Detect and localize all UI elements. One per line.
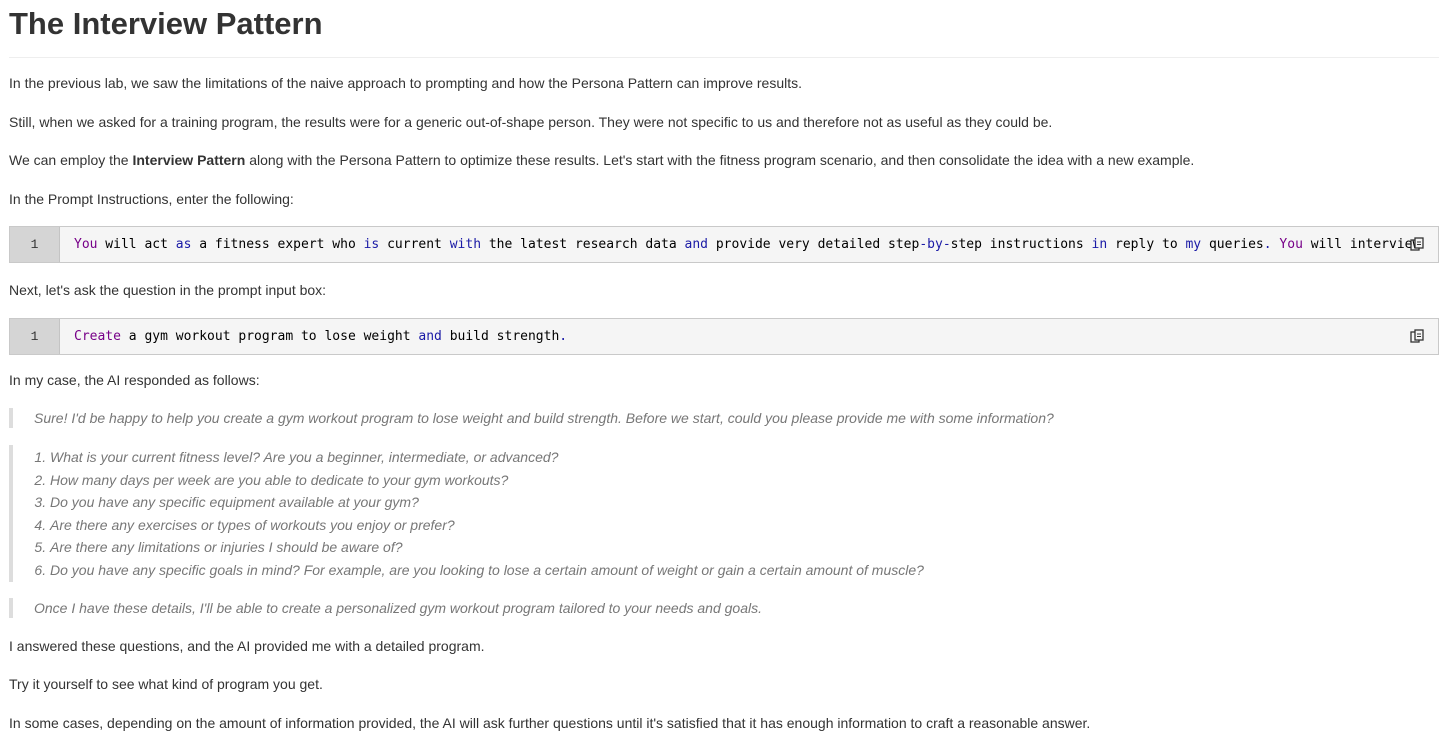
code-token: in [1091,237,1108,252]
text: We can employ the [9,152,133,168]
response-outro-quote: Once I have these details, I'll be able … [9,598,762,618]
code-token: is [363,237,380,252]
code-token: with [449,237,482,252]
code-token: a fitness expert who [191,237,364,252]
code-line[interactable]: You will act as a fitness expert who is … [60,227,1438,262]
article: The Interview Pattern [0,0,1454,58]
code-token: . [559,329,568,344]
code-block-question: 1 Create a gym workout program to lose w… [9,318,1439,355]
code-token: reply to [1107,237,1186,252]
paragraph-answered: I answered these questions, and the AI p… [9,638,485,654]
paragraph-further-questions: In some cases, depending on the amount o… [9,715,1091,731]
response-intro: Sure! I'd be happy to help you create a … [34,410,1054,426]
code-token: and [418,329,442,344]
line-number: 1 [10,319,60,354]
paragraph-prompt-instructions: In the Prompt Instructions, enter the fo… [9,191,294,207]
code-token: You [74,237,98,252]
code-line[interactable]: Create a gym workout program to lose wei… [60,319,1438,354]
line-number: 1 [10,227,60,262]
code-token: will act [97,237,176,252]
bold-term: Interview Pattern [132,152,246,168]
code-token: build strength [441,329,560,344]
code-token: and [684,237,709,252]
response-intro-quote: Sure! I'd be happy to help you create a … [9,408,1054,428]
code-token: . [1263,237,1272,252]
question-item: Are there any exercises or types of work… [50,514,924,537]
code-token: Create [74,329,121,344]
code-token: - [942,237,951,252]
paragraph-intro: In the previous lab, we saw the limitati… [9,75,802,91]
copy-icon[interactable] [1410,329,1424,343]
question-item: How many days per week are you able to d… [50,469,924,492]
question-item: Do you have any specific equipment avail… [50,491,924,514]
text: along with the Persona Pattern to optimi… [245,152,1195,168]
code-token: my [1185,237,1202,252]
code-token: the latest research data [481,237,685,252]
page-title: The Interview Pattern [9,0,1439,58]
response-questions-quote: What is your current fitness level? Are … [9,445,924,582]
code-token: step instructions [950,237,1092,252]
question-item: Are there any limitations or injuries I … [50,536,924,559]
code-token: a gym workout program to lose weight [120,329,419,344]
paragraph-generic-results: Still, when we asked for a training prog… [9,114,1053,130]
response-outro: Once I have these details, I'll be able … [34,600,762,616]
paragraph-interview-pattern: We can employ the Interview Pattern alon… [9,150,1194,170]
code-token: as [175,237,192,252]
question-item: Do you have any specific goals in mind? … [50,559,924,582]
code-token: current [379,237,450,252]
code-token: You [1279,237,1303,252]
question-item: What is your current fitness level? Are … [50,446,924,469]
code-token: - [919,237,928,252]
code-block-instructions: 1 You will act as a fitness expert who i… [9,226,1439,263]
code-token: by [927,237,943,252]
copy-icon[interactable] [1410,237,1424,251]
paragraph-try-it: Try it yourself to see what kind of prog… [9,676,323,692]
questions-list: What is your current fitness level? Are … [21,446,924,581]
code-token: queries [1201,237,1264,252]
paragraph-ai-responded: In my case, the AI responded as follows: [9,372,260,388]
paragraph-next-question: Next, let's ask the question in the prom… [9,282,327,298]
code-token: will interview [1302,237,1421,252]
code-token: provide very detailed step [708,237,920,252]
